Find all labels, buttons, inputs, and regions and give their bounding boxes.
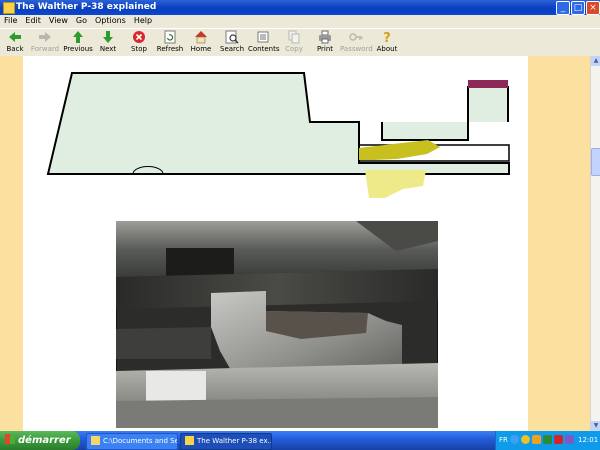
print-button[interactable]: Print bbox=[314, 30, 336, 53]
scroll-thumb[interactable] bbox=[591, 148, 600, 176]
previous-button[interactable]: Previous bbox=[63, 30, 93, 53]
app-icon bbox=[185, 436, 194, 445]
down-arrow-icon bbox=[103, 31, 113, 43]
password-label: Password bbox=[340, 45, 373, 53]
scroll-up-arrow-icon[interactable]: ▲ bbox=[591, 56, 600, 66]
antivirus-icon[interactable] bbox=[554, 435, 563, 444]
menu-edit[interactable]: Edit bbox=[21, 15, 45, 27]
start-button[interactable]: démarrer bbox=[0, 431, 80, 450]
about-label: About bbox=[376, 45, 398, 53]
question-icon: ? bbox=[383, 31, 391, 44]
svg-text:?: ? bbox=[383, 31, 391, 44]
search-icon bbox=[225, 30, 239, 44]
network-icon[interactable] bbox=[510, 435, 519, 444]
stop-icon bbox=[133, 31, 145, 43]
key-icon bbox=[349, 33, 363, 41]
windows-flag-icon bbox=[5, 434, 15, 444]
stop-label: Stop bbox=[131, 45, 147, 53]
minimize-button[interactable]: _ bbox=[556, 1, 570, 15]
forward-button[interactable]: Forward bbox=[30, 30, 60, 53]
menu-view[interactable]: View bbox=[45, 15, 72, 27]
copy-label: Copy bbox=[285, 45, 303, 53]
locking-block bbox=[359, 140, 440, 160]
home-icon bbox=[195, 31, 207, 44]
search-button[interactable]: Search bbox=[220, 30, 244, 53]
task-documents-label: C:\Documents and Se... bbox=[103, 437, 178, 445]
menu-bar: File Edit View Go Options Help bbox=[0, 15, 600, 27]
back-label: Back bbox=[6, 45, 24, 53]
taskbar: démarrer C:\Documents and Se... The Walt… bbox=[0, 431, 600, 450]
refresh-button[interactable]: Refresh bbox=[156, 30, 184, 53]
refresh-icon bbox=[164, 30, 176, 44]
up-arrow-icon bbox=[73, 31, 83, 43]
menu-options[interactable]: Options bbox=[91, 15, 130, 27]
copy-icon bbox=[288, 30, 300, 44]
maximize-button[interactable]: □ bbox=[571, 1, 585, 15]
task-walther[interactable]: The Walther P-38 ex... bbox=[180, 433, 272, 450]
security-icon[interactable] bbox=[532, 435, 541, 444]
window-title: The Walther P-38 explained bbox=[16, 2, 157, 12]
scroll-down-arrow-icon[interactable]: ▼ bbox=[591, 421, 600, 431]
locking-block-photo bbox=[116, 221, 438, 428]
next-button[interactable]: Next bbox=[97, 30, 119, 53]
forward-label: Forward bbox=[30, 45, 60, 53]
back-button[interactable]: Back bbox=[4, 30, 26, 53]
stop-button[interactable]: Stop bbox=[128, 30, 150, 53]
messenger-icon[interactable] bbox=[521, 435, 530, 444]
rear-sight bbox=[468, 80, 508, 88]
refresh-label: Refresh bbox=[156, 45, 184, 53]
start-label: démarrer bbox=[18, 435, 71, 446]
contents-label: Contents bbox=[248, 45, 280, 53]
about-button[interactable]: ? About bbox=[376, 30, 398, 53]
locking-block-lower bbox=[365, 170, 426, 198]
menu-go[interactable]: Go bbox=[72, 15, 91, 27]
print-label: Print bbox=[316, 45, 334, 53]
close-button[interactable]: × bbox=[586, 1, 600, 15]
password-button[interactable]: Password bbox=[340, 30, 373, 53]
task-walther-label: The Walther P-38 ex... bbox=[197, 437, 272, 445]
barrel-extension bbox=[381, 86, 509, 141]
system-tray: FR 12:01 bbox=[495, 431, 600, 450]
home-label: Home bbox=[190, 45, 212, 53]
next-label: Next bbox=[99, 45, 117, 53]
folder-icon bbox=[91, 436, 100, 445]
clock[interactable]: 12:01 bbox=[578, 436, 598, 444]
contents-icon bbox=[257, 31, 269, 43]
language-indicator[interactable]: FR bbox=[499, 436, 508, 444]
left-margin bbox=[0, 56, 23, 431]
menu-file[interactable]: File bbox=[0, 15, 21, 27]
forward-arrow-icon bbox=[39, 32, 51, 42]
content-area bbox=[0, 56, 590, 431]
print-icon bbox=[319, 30, 331, 44]
vertical-scrollbar[interactable]: ▲ ▼ bbox=[590, 56, 600, 431]
menu-help[interactable]: Help bbox=[130, 15, 156, 27]
slide-diagram bbox=[46, 72, 510, 198]
contents-button[interactable]: Contents bbox=[248, 30, 280, 53]
copy-button[interactable]: Copy bbox=[284, 30, 304, 53]
title-bar: The Walther P-38 explained _ □ × bbox=[0, 0, 600, 15]
previous-label: Previous bbox=[63, 45, 93, 53]
search-label: Search bbox=[220, 45, 245, 53]
back-arrow-icon bbox=[9, 32, 21, 42]
volume-icon[interactable] bbox=[543, 435, 552, 444]
page-body bbox=[23, 56, 528, 431]
task-documents[interactable]: C:\Documents and Se... bbox=[86, 433, 178, 450]
toolbar: Back Forward Previous Next Stop Refresh … bbox=[0, 28, 600, 57]
app-icon bbox=[3, 2, 15, 14]
home-button[interactable]: Home bbox=[190, 30, 212, 53]
update-icon[interactable] bbox=[565, 435, 574, 444]
